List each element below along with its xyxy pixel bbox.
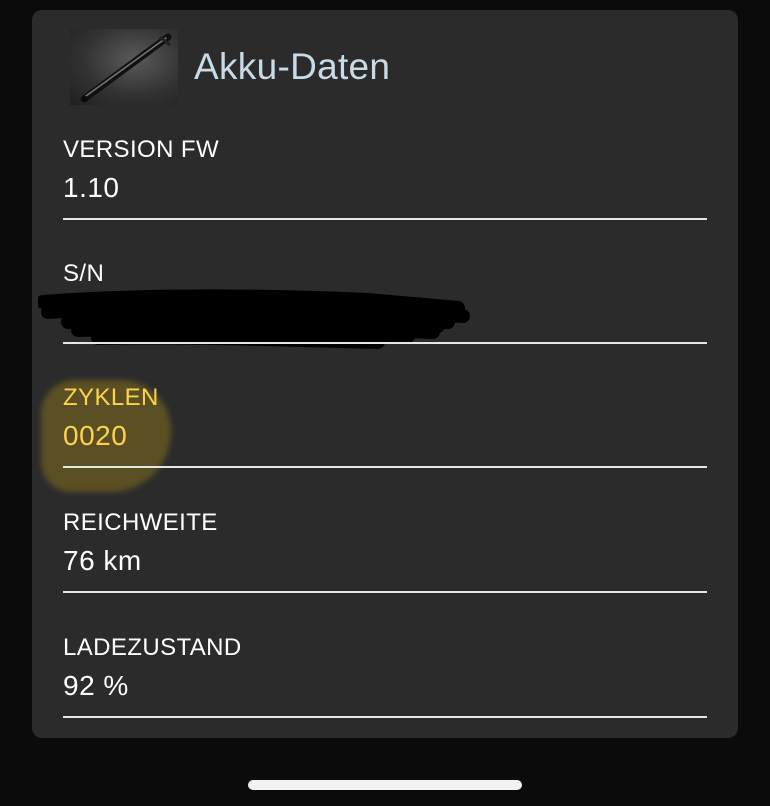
page-title: Akku-Daten [194, 46, 391, 87]
card-header: Akku-Daten [70, 26, 390, 108]
divider [63, 342, 707, 344]
battery-data-card: Akku-Daten VERSION FW 1.10 S/N ZYKLEN 00… [32, 10, 738, 738]
divider [63, 591, 707, 593]
field-charge-state: LADEZUSTAND 92 % [63, 630, 707, 754]
divider [63, 466, 707, 468]
home-indicator[interactable] [248, 780, 522, 790]
field-range: REICHWEITE 76 km [63, 505, 707, 629]
field-label: ZYKLEN [63, 384, 159, 411]
field-label: VERSION FW [63, 136, 220, 163]
scooter-image [70, 29, 178, 105]
field-label: REICHWEITE [63, 509, 218, 536]
field-cycles: ZYKLEN 0020 [41, 380, 707, 504]
divider [63, 716, 707, 718]
field-value: 1.10 [63, 172, 120, 203]
field-value: 76 km [63, 545, 142, 576]
field-value: 0020 [63, 420, 128, 451]
field-version-fw: VERSION FW 1.10 [63, 132, 707, 256]
field-serial-number: S/N [38, 256, 707, 380]
field-value: 92 % [63, 670, 129, 701]
field-label: LADEZUSTAND [63, 634, 242, 661]
divider [63, 218, 707, 220]
